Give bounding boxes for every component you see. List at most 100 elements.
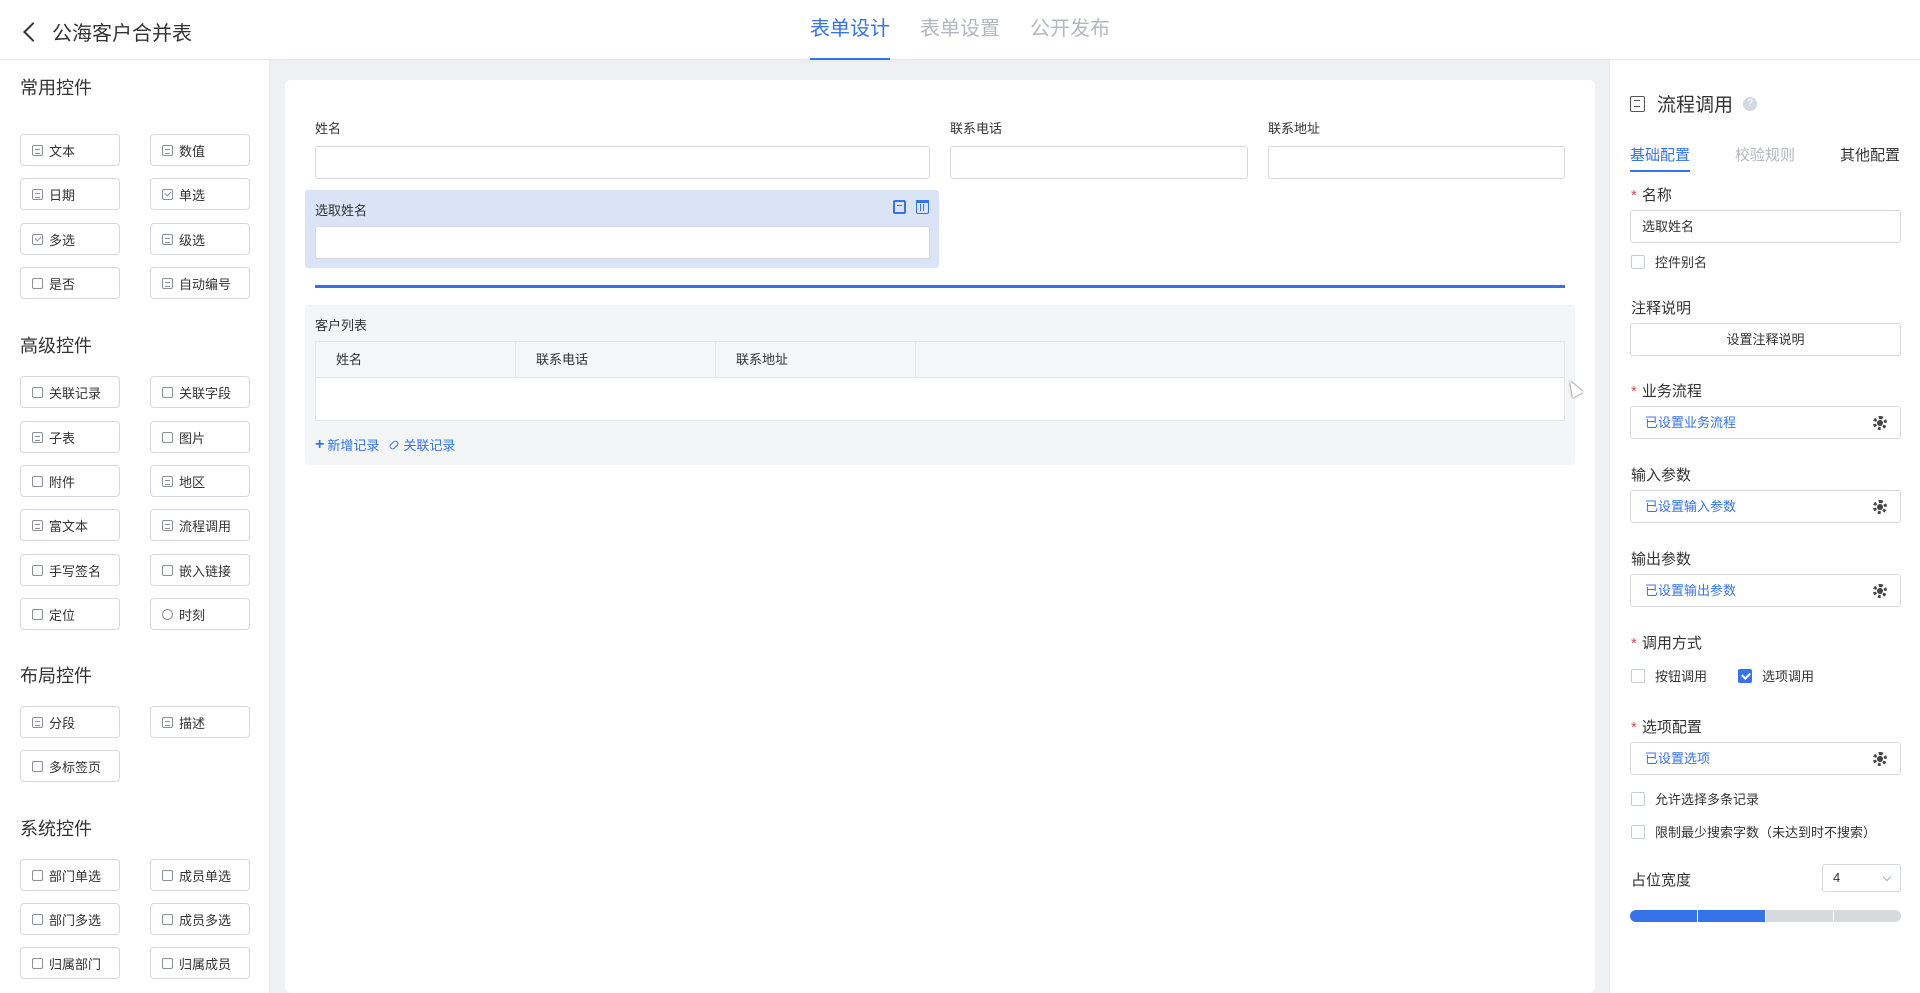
control-process-call[interactable]: 流程调用 — [150, 509, 250, 541]
control-embed-link[interactable]: 嵌入链接 — [150, 554, 250, 586]
input-params-setting[interactable]: 已设置输入参数 — [1630, 490, 1901, 523]
add-record-button[interactable]: + 新增记录 — [315, 435, 379, 454]
owner-member-icon — [162, 957, 173, 969]
call-mode-label: * 调用方式 — [1631, 635, 1702, 652]
control-member-multi[interactable]: 成员多选 — [150, 903, 250, 935]
panel-tabs: 基础配置 校验规则 其他配置 — [1630, 144, 1900, 174]
alias-option: 控件别名 — [1631, 252, 1707, 271]
signature-icon — [32, 564, 43, 576]
tab-validation[interactable]: 校验规则 — [1735, 144, 1795, 172]
gear-icon[interactable] — [1873, 584, 1887, 598]
alias-checkbox[interactable] — [1631, 254, 1645, 269]
control-subtable[interactable]: 子表 — [20, 421, 120, 453]
subform-table-header: 姓名 联系电话 联系地址 — [316, 342, 1564, 378]
control-number[interactable]: 数值 — [150, 134, 250, 166]
control-location[interactable]: 定位 — [20, 598, 120, 630]
option-config-label: * 选项配置 — [1631, 719, 1702, 736]
control-image[interactable]: 图片 — [150, 421, 250, 453]
control-cascade[interactable]: 级选 — [150, 223, 250, 255]
field-label-address: 联系地址 — [1268, 121, 1321, 136]
member-single-icon — [162, 869, 173, 881]
subform-actions: + 新增记录 关联记录 — [315, 435, 465, 454]
width-label: 占位宽度 — [1631, 872, 1692, 889]
tab-basic-config[interactable]: 基础配置 — [1630, 144, 1691, 172]
field-input-name[interactable] — [315, 146, 930, 179]
option-config-setting[interactable]: 已设置选项 — [1630, 742, 1901, 775]
control-member-single[interactable]: 成员单选 — [150, 859, 250, 891]
required-mark: * — [1631, 383, 1637, 400]
control-section[interactable]: 分段 — [20, 706, 120, 738]
process-setting[interactable]: 已设置业务流程 — [1630, 406, 1901, 439]
copy-icon[interactable] — [893, 200, 906, 214]
region-icon — [162, 475, 173, 487]
control-related-field[interactable]: 关联字段 — [150, 376, 250, 408]
link-record-button[interactable]: 关联记录 — [388, 435, 455, 454]
control-auto-number[interactable]: 自动编号 — [150, 267, 250, 299]
control-description[interactable]: 描述 — [150, 706, 250, 738]
document-icon — [1630, 95, 1645, 112]
yes-no-icon — [32, 277, 43, 289]
subform-col-address: 联系地址 — [716, 342, 916, 377]
radio-icon — [162, 188, 173, 200]
tab-other-config[interactable]: 其他配置 — [1840, 144, 1900, 172]
control-radio[interactable]: 单选 — [150, 178, 250, 210]
gear-icon[interactable] — [1873, 416, 1887, 430]
control-owner-member[interactable]: 归属成员 — [150, 947, 250, 979]
tab-publish[interactable]: 公开发布 — [1030, 0, 1110, 60]
subform-table: 姓名 联系电话 联系地址 — [315, 341, 1565, 421]
gear-icon[interactable] — [1873, 752, 1887, 766]
option-call-checkbox[interactable] — [1738, 668, 1752, 683]
cascade-icon — [162, 233, 173, 245]
panel-title: 流程调用 ? — [1630, 90, 1758, 117]
text-icon — [32, 144, 43, 156]
field-label-phone: 联系电话 — [950, 121, 1003, 136]
selected-field[interactable]: 选取姓名 — [305, 190, 939, 268]
control-clock[interactable]: 时刻 — [150, 598, 250, 630]
related-record-icon — [32, 386, 43, 398]
allow-multi-checkbox[interactable] — [1631, 791, 1645, 806]
control-rich-text[interactable]: 富文本 — [20, 509, 120, 541]
call-mode-button-option: 按钮调用 — [1631, 666, 1707, 685]
control-text[interactable]: 文本 — [20, 134, 120, 166]
control-multi-tab[interactable]: 多标签页 — [20, 750, 120, 782]
top-bar: 公海客户合并表 表单设计 表单设置 公开发布 — [0, 0, 1920, 60]
min-search-checkbox[interactable] — [1631, 824, 1645, 839]
required-mark: * — [1631, 187, 1637, 204]
name-input[interactable]: 选取姓名 — [1630, 210, 1901, 243]
gear-icon[interactable] — [1873, 500, 1887, 514]
control-region[interactable]: 地区 — [150, 465, 250, 497]
selected-field-actions — [883, 200, 929, 214]
trash-icon[interactable] — [916, 200, 929, 214]
control-attachment[interactable]: 附件 — [20, 465, 120, 497]
tab-form-settings[interactable]: 表单设置 — [920, 0, 1000, 60]
control-dept-multi[interactable]: 部门多选 — [20, 903, 120, 935]
button-call-checkbox[interactable] — [1631, 668, 1645, 683]
tab-form-design[interactable]: 表单设计 — [810, 0, 890, 60]
min-search-option: 限制最少搜索字数（未达到时不搜索） — [1631, 822, 1876, 841]
dept-multi-icon — [32, 913, 43, 925]
subform-col-phone: 联系电话 — [516, 342, 716, 377]
field-input-address[interactable] — [1268, 146, 1565, 179]
control-owner-dept[interactable]: 归属部门 — [20, 947, 120, 979]
number-icon — [162, 144, 173, 156]
control-related-record[interactable]: 关联记录 — [20, 376, 120, 408]
help-icon[interactable]: ? — [1743, 96, 1758, 111]
image-icon — [162, 431, 173, 443]
checkbox-icon — [32, 233, 43, 245]
control-multi-select[interactable]: 多选 — [20, 223, 120, 255]
set-note-button[interactable]: 设置注释说明 — [1630, 323, 1901, 356]
required-mark: * — [1631, 635, 1637, 652]
selected-field-input[interactable] — [315, 226, 930, 259]
control-date[interactable]: 日期 — [20, 178, 120, 210]
width-bar[interactable] — [1630, 910, 1901, 922]
link-icon — [388, 438, 401, 451]
output-params-setting[interactable]: 已设置输出参数 — [1630, 574, 1901, 607]
control-yes-no[interactable]: 是否 — [20, 267, 120, 299]
subform-customer-list[interactable]: 客户列表 姓名 联系电话 联系地址 + 新增记录 关联记录 — [305, 305, 1575, 465]
control-dept-single[interactable]: 部门单选 — [20, 859, 120, 891]
attachment-icon — [32, 475, 43, 487]
back-button[interactable]: 公海客户合并表 — [20, 17, 192, 46]
width-select[interactable]: 4 — [1822, 864, 1901, 892]
field-input-phone[interactable] — [950, 146, 1248, 179]
control-signature[interactable]: 手写签名 — [20, 554, 120, 586]
